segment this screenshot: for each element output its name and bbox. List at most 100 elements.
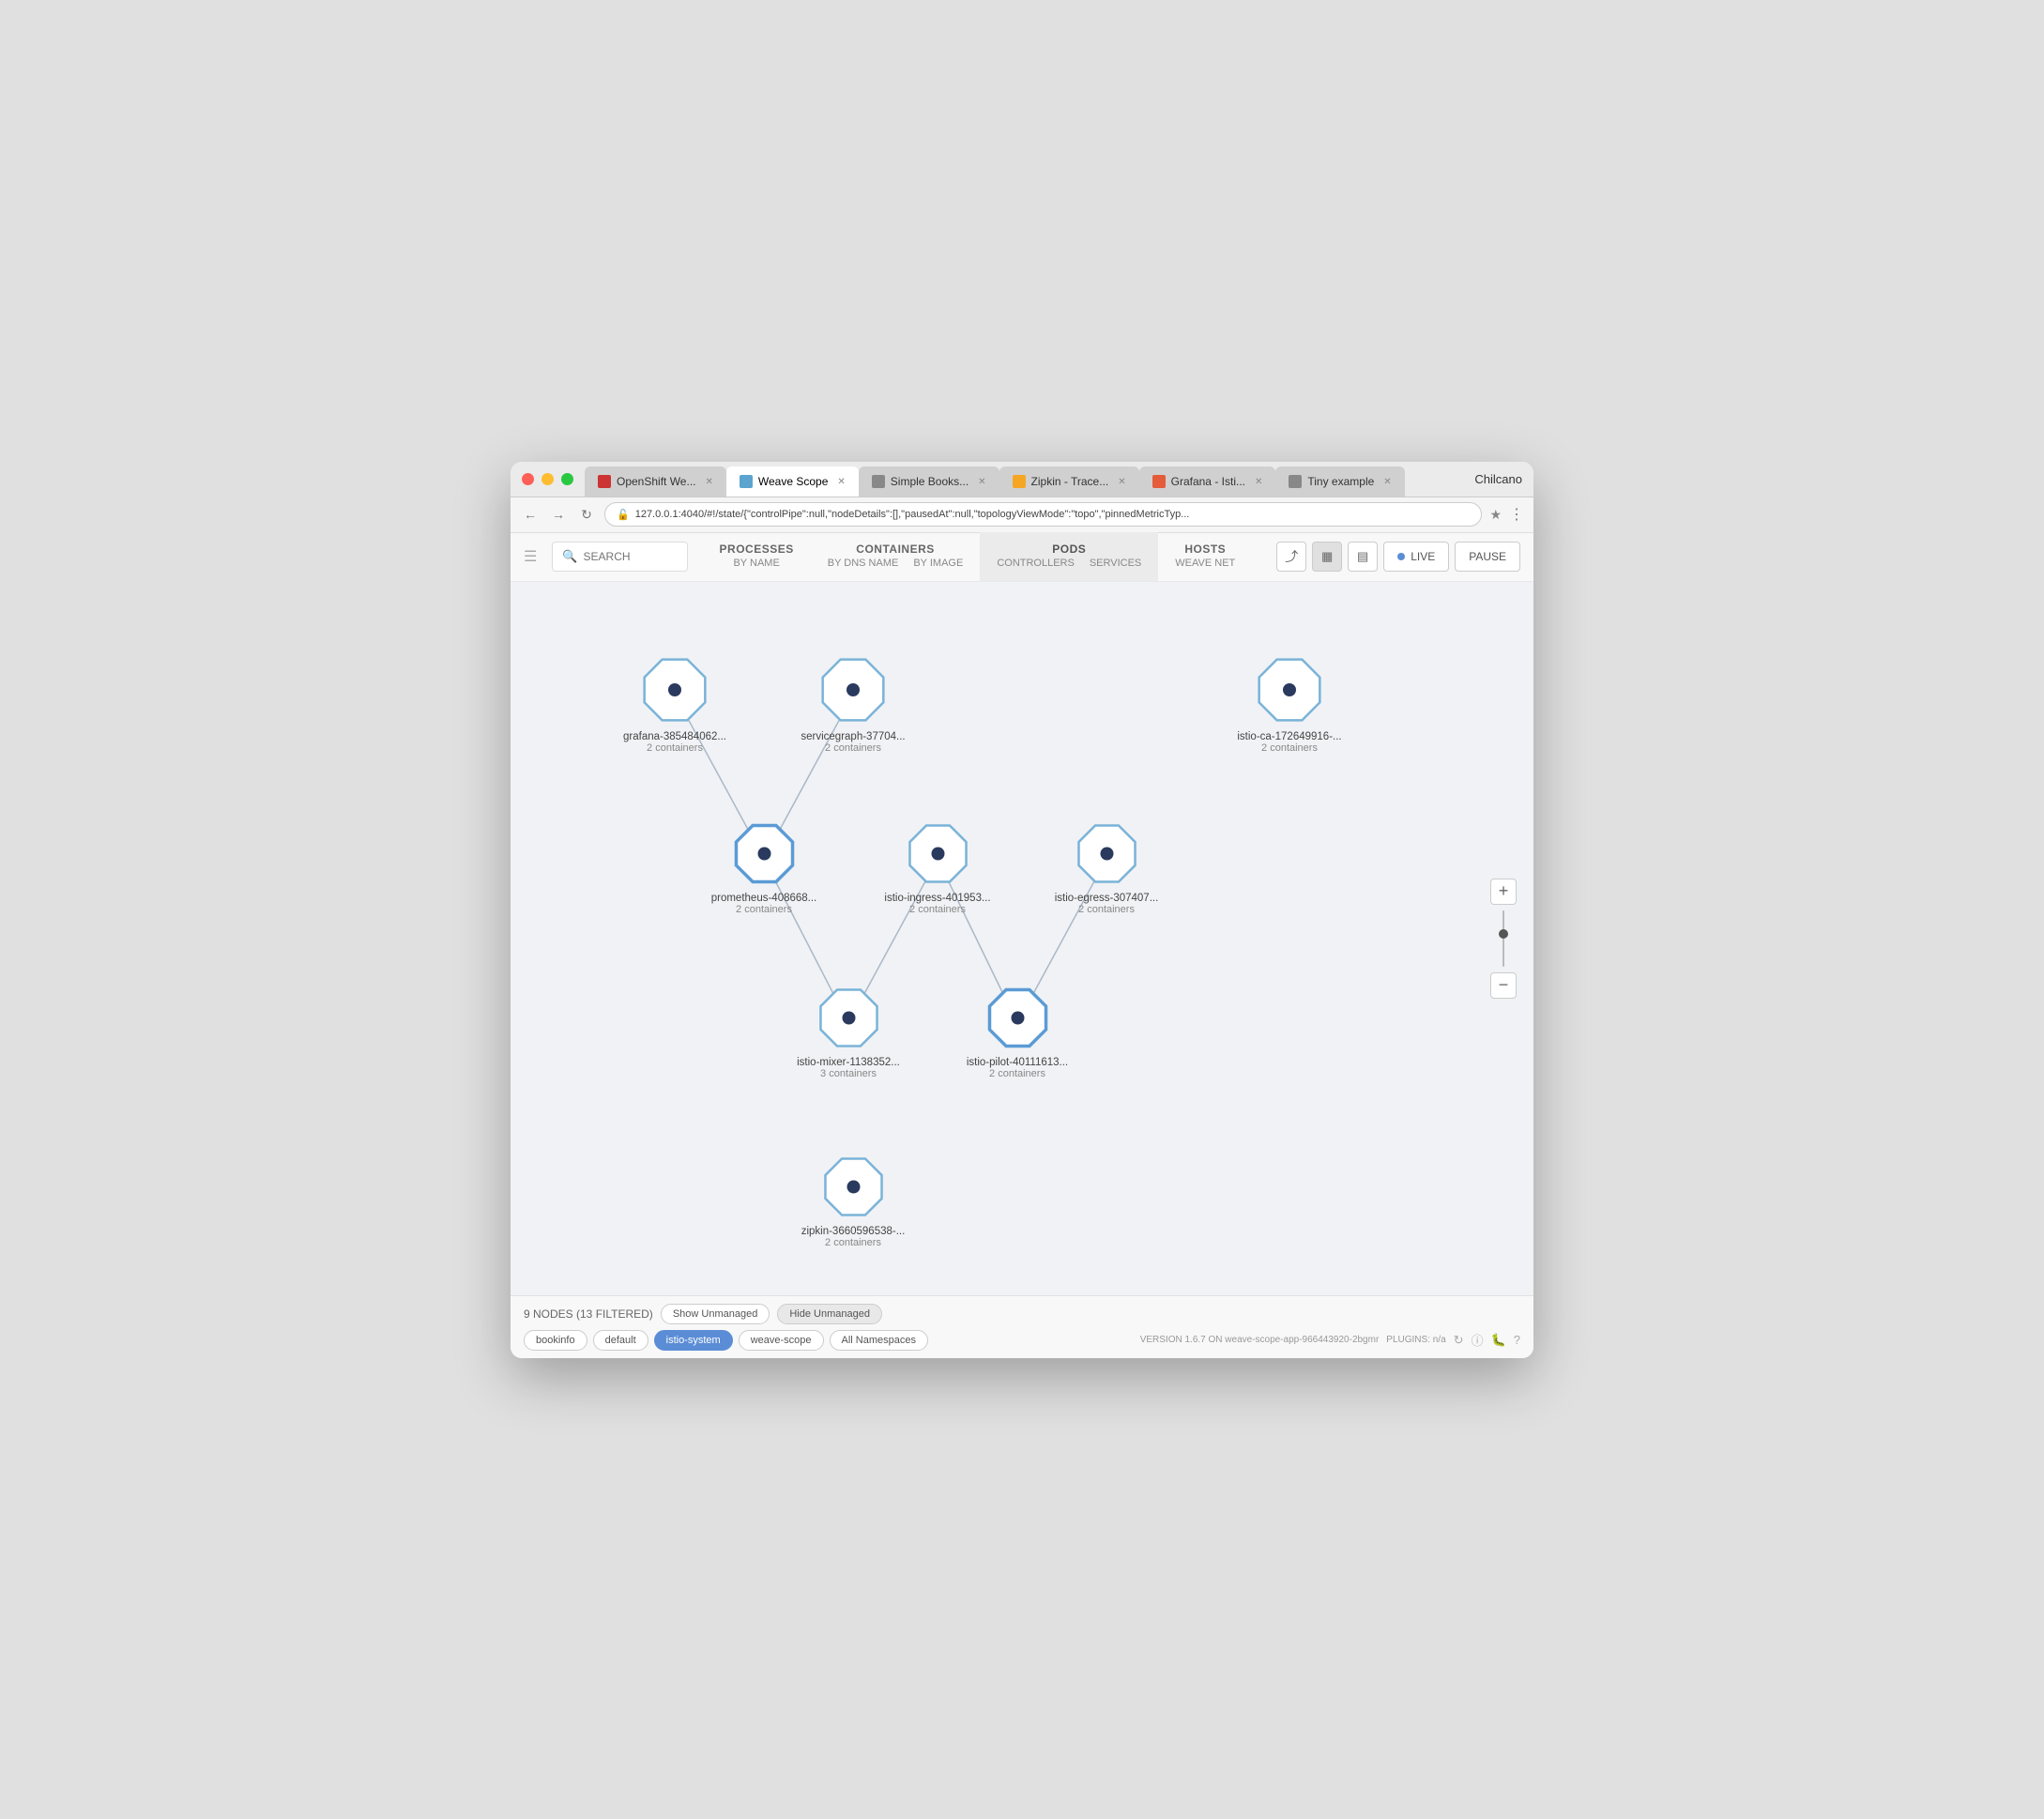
tab-close-tiny[interactable]: ✕ [1383, 477, 1391, 487]
hide-unmanaged-button[interactable]: Hide Unmanaged [777, 1304, 882, 1324]
minimize-button[interactable] [542, 473, 554, 485]
search-icon: 🔍 [562, 549, 577, 564]
tab-zipkin[interactable]: Zipkin - Trace... ✕ [999, 466, 1139, 497]
url-text: 127.0.0.1:4040/#!/state/{"controlPipe":n… [635, 509, 1190, 520]
node-prometheus[interactable]: prometheus-408668... 2 containers [706, 818, 823, 915]
node-sub-servicegraph: 2 containers [825, 742, 881, 754]
live-button[interactable]: LIVE [1383, 542, 1449, 572]
pause-label: PAUSE [1469, 550, 1506, 563]
version-text: VERSION 1.6.7 ON weave-scope-app-9664439… [1140, 1335, 1380, 1345]
node-sub-istio-pilot: 2 containers [989, 1068, 1045, 1079]
lock-icon: 🔓 [617, 509, 630, 521]
reload-button[interactable]: ↻ [576, 504, 597, 525]
zoom-out-button[interactable]: − [1490, 972, 1517, 999]
info-icon[interactable]: ⓘ [1472, 1331, 1484, 1349]
ns-tag-istio-system[interactable]: istio-system [654, 1330, 733, 1351]
ns-tag-bookinfo[interactable]: bookinfo [524, 1330, 587, 1351]
menu-icon[interactable]: ⋮ [1509, 505, 1524, 524]
node-istio-egress[interactable]: istio-egress-307407... 2 containers [1048, 818, 1166, 915]
bug-icon[interactable]: 🐛 [1491, 1333, 1506, 1348]
share-button[interactable]: ⤴ [1276, 542, 1306, 572]
address-field[interactable]: 🔓 127.0.0.1:4040/#!/state/{"controlPipe"… [604, 502, 1482, 527]
share-icon: ⤴ [1285, 547, 1298, 566]
tab-icon-openshift [598, 475, 611, 488]
nav-tab-processes[interactable]: PROCESSES BY NAME [703, 532, 811, 581]
node-istio-pilot[interactable]: istio-pilot-40111613... 2 containers [959, 983, 1076, 1079]
titlebar: OpenShift We... ✕ Weave Scope ✕ Simple B… [511, 462, 1533, 497]
chart-icon: ▤ [1357, 549, 1368, 564]
sub-item-services[interactable]: SERVICES [1090, 558, 1141, 569]
tab-close-weavescope[interactable]: ✕ [837, 477, 845, 487]
node-istio-ca[interactable]: istio-ca-172649916-... 2 containers [1228, 652, 1350, 754]
node-label-istio-ca: istio-ca-172649916-... [1237, 731, 1341, 742]
tab-close-openshift[interactable]: ✕ [706, 477, 713, 487]
sub-item-controllers[interactable]: CONTROLLERS [997, 558, 1075, 569]
node-istio-mixer[interactable]: istio-mixer-1138352... 3 containers [790, 983, 908, 1079]
node-shape-istio-pilot [983, 983, 1053, 1053]
tab-close-grafana[interactable]: ✕ [1255, 477, 1262, 487]
forward-button[interactable]: → [548, 504, 569, 525]
chart-view-button[interactable]: ▤ [1348, 542, 1378, 572]
node-shape-zipkin [818, 1152, 889, 1222]
pause-button[interactable]: PAUSE [1455, 542, 1520, 572]
fullscreen-button[interactable] [561, 473, 573, 485]
profile-name: Chilcano [1474, 472, 1522, 486]
node-sub-istio-egress: 2 containers [1078, 904, 1135, 915]
node-sub-istio-ingress: 2 containers [909, 904, 966, 915]
node-label-servicegraph: servicegraph-37704... [801, 731, 905, 742]
version-info: VERSION 1.6.7 ON weave-scope-app-9664439… [1140, 1331, 1520, 1349]
show-unmanaged-button[interactable]: Show Unmanaged [661, 1304, 770, 1324]
bookmark-icon[interactable]: ★ [1489, 507, 1502, 523]
nav-tab-pods[interactable]: PODS CONTROLLERSSERVICES [980, 532, 1158, 581]
hamburger-icon[interactable]: ☰ [524, 547, 537, 566]
tab-weavescope[interactable]: Weave Scope ✕ [726, 466, 859, 497]
tab-grafana[interactable]: Grafana - Isti... ✕ [1139, 466, 1276, 497]
node-label-prometheus: prometheus-408668... [711, 893, 817, 904]
zoom-in-button[interactable]: + [1490, 879, 1517, 905]
live-dot [1397, 553, 1405, 560]
tab-label-openshift: OpenShift We... [617, 475, 696, 488]
sub-item-by-name[interactable]: BY NAME [733, 558, 779, 569]
help-icon[interactable]: ? [1514, 1333, 1520, 1347]
refresh-icon[interactable]: ↻ [1454, 1333, 1464, 1348]
nav-tab-label-processes: PROCESSES [720, 543, 794, 556]
nav-tab-label-containers: CONTAINERS [856, 543, 934, 556]
app-toolbar: ☰ 🔍 PROCESSES BY NAMECONTAINERS BY DNS N… [511, 533, 1533, 582]
search-input[interactable] [584, 550, 678, 563]
table-view-button[interactable]: ▦ [1312, 542, 1342, 572]
node-label-istio-ingress: istio-ingress-401953... [884, 893, 990, 904]
back-button[interactable]: ← [520, 504, 541, 525]
tab-close-simplebooks[interactable]: ✕ [978, 477, 985, 487]
sub-item-weave-net[interactable]: WEAVE NET [1175, 558, 1235, 569]
node-sub-istio-mixer: 3 containers [820, 1068, 877, 1079]
node-svg-istio-mixer [814, 983, 884, 1053]
node-zipkin[interactable]: zipkin-3660596538-... 2 containers [795, 1152, 912, 1248]
zoom-slider-thumb[interactable] [1499, 929, 1508, 939]
bottombar: 9 NODES (13 FILTERED) Show Unmanaged Hid… [511, 1295, 1533, 1358]
node-sub-istio-ca: 2 containers [1261, 742, 1318, 754]
nav-tab-containers[interactable]: CONTAINERS BY DNS NAME BY IMAGE [811, 532, 981, 581]
ns-tag-weave-scope[interactable]: weave-scope [739, 1330, 824, 1351]
tab-label-grafana: Grafana - Isti... [1171, 475, 1245, 488]
node-grafana[interactable]: grafana-385484062... 2 containers [614, 652, 736, 754]
zoom-controls: + − [1490, 879, 1517, 999]
node-label-grafana: grafana-385484062... [623, 731, 726, 742]
tab-tiny[interactable]: Tiny example ✕ [1275, 466, 1404, 497]
nav-tab-label-hosts: HOSTS [1184, 543, 1226, 556]
nav-tab-hosts[interactable]: HOSTS WEAVE NET [1158, 532, 1252, 581]
node-servicegraph[interactable]: servicegraph-37704... 2 containers [792, 652, 914, 754]
sub-item-by-dns-name[interactable]: BY DNS NAME [828, 558, 899, 569]
ns-tag-default[interactable]: default [593, 1330, 648, 1351]
node-istio-ingress[interactable]: istio-ingress-401953... 2 containers [879, 818, 997, 915]
tab-simplebooks[interactable]: Simple Books... ✕ [859, 466, 999, 497]
node-label-istio-pilot: istio-pilot-40111613... [967, 1057, 1068, 1068]
table-icon: ▦ [1321, 549, 1333, 564]
node-sub-zipkin: 2 containers [825, 1237, 881, 1248]
tab-openshift[interactable]: OpenShift We... ✕ [585, 466, 726, 497]
node-sub-grafana: 2 containers [647, 742, 703, 754]
sub-item-by-image[interactable]: BY IMAGE [913, 558, 963, 569]
ns-tag-all-namespaces[interactable]: All Namespaces [830, 1330, 928, 1351]
tab-close-zipkin[interactable]: ✕ [1118, 477, 1125, 487]
search-box[interactable]: 🔍 [552, 542, 687, 572]
close-button[interactable] [522, 473, 534, 485]
